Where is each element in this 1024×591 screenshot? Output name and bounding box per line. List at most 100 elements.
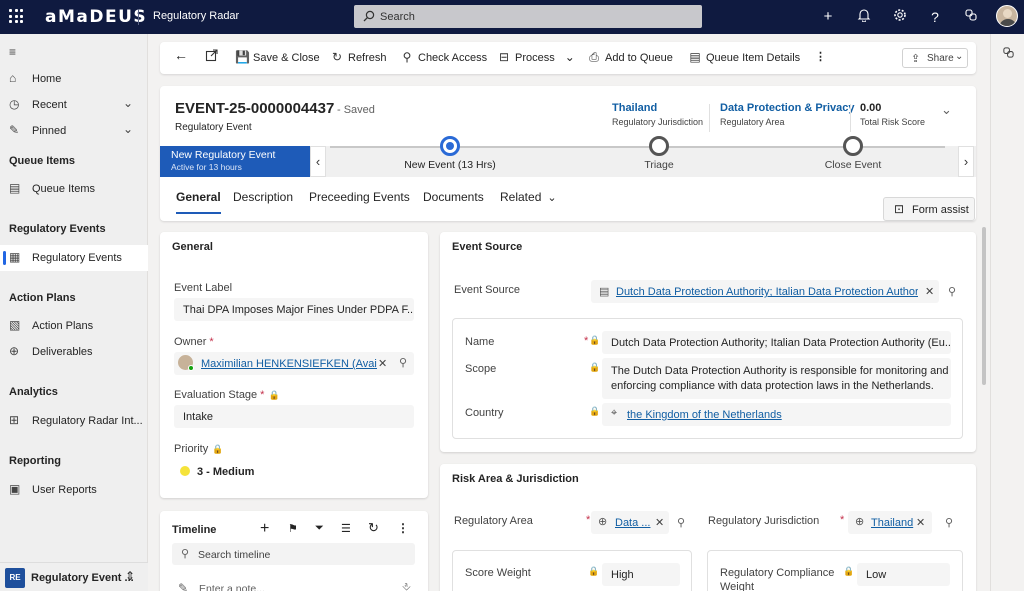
- chevron-down-icon[interactable]: ⌄: [941, 102, 952, 118]
- header-jurisdiction-label: Regulatory Jurisdiction: [612, 117, 704, 127]
- report-icon: ▣: [9, 482, 21, 496]
- regulatory-jurisdiction-lookup[interactable]: ⊕ Thailand ✕: [848, 511, 932, 534]
- close-icon[interactable]: ✕: [655, 516, 664, 529]
- regulatory-jurisdiction-value[interactable]: Thailand: [871, 517, 913, 529]
- search-icon: ⚲: [181, 548, 190, 560]
- owner-lookup[interactable]: Maximilian HENKENSIEFKEN (Available) ✕ ⚲: [174, 352, 414, 375]
- tab-preceeding-events[interactable]: Preceeding Events: [309, 190, 410, 204]
- gear-icon[interactable]: [891, 8, 909, 26]
- compliance-weight-value: Low: [866, 569, 887, 581]
- plus-icon[interactable]: +: [819, 8, 837, 26]
- more-commands-icon[interactable]: ⋮: [815, 50, 826, 63]
- regulatory-area-value[interactable]: Data ...: [615, 517, 650, 529]
- sidebar-item-user-reports[interactable]: ▣ User Reports: [0, 477, 148, 503]
- sidebar-item-action-plans[interactable]: ▧ Action Plans: [0, 313, 148, 339]
- copilot-icon[interactable]: [1002, 46, 1015, 59]
- tab-related[interactable]: Related ⌄: [500, 190, 557, 204]
- bell-icon[interactable]: [855, 8, 873, 26]
- refresh-icon[interactable]: ↻: [368, 520, 379, 536]
- bpf-stage-triage[interactable]: Triage: [609, 136, 709, 171]
- add-to-queue-label: Add to Queue: [605, 52, 673, 64]
- process-icon: ⊟: [498, 50, 510, 64]
- close-icon[interactable]: ✕: [378, 357, 387, 370]
- header-area[interactable]: Data Protection & Privacy Regulatory Are…: [720, 102, 855, 127]
- header-score-label: Total Risk Score: [860, 117, 926, 127]
- name-value: Dutch Data Protection Authority; Italian…: [611, 337, 951, 349]
- event-label-field[interactable]: Thai DPA Imposes Major Fines Under PDPA …: [174, 298, 414, 321]
- header-area-value[interactable]: Data Protection & Privacy: [720, 102, 855, 114]
- sidebar-item-queue-items[interactable]: ▤ Queue Items: [0, 176, 148, 202]
- app-name[interactable]: Regulatory Radar: [153, 10, 239, 22]
- sidebar-item-label: Action Plans: [32, 320, 94, 332]
- back-button[interactable]: ←: [174, 47, 188, 63]
- add-to-queue-button[interactable]: ⎙ Add to Queue: [587, 50, 673, 65]
- process-button[interactable]: ⊟ Process ⌄: [497, 50, 575, 64]
- search-icon[interactable]: ⚲: [948, 285, 956, 298]
- name-field: Dutch Data Protection Authority; Italian…: [602, 331, 951, 354]
- scrollbar[interactable]: [982, 227, 986, 385]
- attachment-icon[interactable]: ⎀: [402, 581, 411, 591]
- sidebar-item-regulatory-events[interactable]: ▦ Regulatory Events: [0, 245, 148, 271]
- queue-item-details-button[interactable]: ▤ Queue Item Details: [688, 50, 800, 64]
- tab-description[interactable]: Description: [233, 190, 293, 204]
- refresh-button[interactable]: ↻ Refresh: [330, 50, 387, 64]
- event-icon: ▦: [9, 250, 21, 264]
- header-jurisdiction-value[interactable]: Thailand: [612, 102, 703, 114]
- tab-documents[interactable]: Documents: [423, 190, 484, 204]
- sidebar-item-recent[interactable]: ◷ Recent ⌄: [0, 92, 148, 118]
- save-close-button[interactable]: 💾 Save & Close: [235, 50, 320, 64]
- list-icon[interactable]: ☰: [341, 522, 351, 535]
- hamburger-menu[interactable]: ≡: [0, 40, 148, 66]
- chevron-down-icon[interactable]: ⌄: [123, 122, 133, 136]
- evaluation-stage-field[interactable]: Intake: [174, 405, 414, 428]
- owner-value[interactable]: Maximilian HENKENSIEFKEN (Available): [201, 358, 377, 370]
- share-button[interactable]: ⇪ Share ⌄: [902, 48, 968, 68]
- chevron-down-icon[interactable]: ⌄: [123, 96, 133, 110]
- bookmark-icon[interactable]: ⚑: [288, 522, 298, 535]
- bpf-prev-button[interactable]: ‹: [310, 146, 326, 177]
- event-source-value[interactable]: Dutch Data Protection Authority; Italian…: [616, 286, 918, 298]
- bpf-next-button[interactable]: ›: [958, 146, 974, 177]
- app-launcher-icon[interactable]: [9, 9, 23, 23]
- sidebar-item-label: Regulatory Events: [32, 252, 122, 264]
- field-label: Country: [465, 407, 504, 419]
- tab-general[interactable]: General: [176, 190, 221, 214]
- search-icon[interactable]: ⚲: [399, 356, 407, 369]
- form-assist-button[interactable]: ⊡ Form assist: [883, 197, 975, 221]
- sidebar-item-pinned[interactable]: ✎ Pinned ⌄: [0, 118, 148, 144]
- save-icon: 💾: [235, 50, 250, 64]
- search-icon[interactable]: ⚲: [677, 516, 685, 529]
- timeline-section: Timeline + ⚑ ⏷ ☰ ↻ ⋮ ⚲ Search timeline ✎…: [160, 511, 428, 591]
- check-access-button[interactable]: ⚲ Check Access: [400, 50, 488, 64]
- event-source-lookup[interactable]: ▤ Dutch Data Protection Authority; Itali…: [591, 280, 939, 303]
- area-switcher[interactable]: RE Regulatory Event ... ⇕: [0, 562, 148, 591]
- sidebar-item-deliverables[interactable]: ⊕ Deliverables: [0, 339, 148, 365]
- help-icon[interactable]: ?: [926, 8, 944, 26]
- bpf-stage-close-event[interactable]: Close Event: [803, 136, 903, 171]
- sidebar-item-home[interactable]: ⌂ Home: [0, 66, 148, 92]
- close-icon[interactable]: ✕: [916, 516, 925, 529]
- note-input[interactable]: Enter a note...: [199, 583, 265, 591]
- country-field: ⌖ the Kingdom of the Netherlands: [602, 403, 951, 426]
- bpf-stage-new-event[interactable]: New Event (13 Hrs): [400, 136, 500, 171]
- timeline-search-input[interactable]: ⚲ Search timeline: [172, 543, 415, 565]
- user-avatar[interactable]: [996, 5, 1018, 27]
- bpf-active-stage[interactable]: New Regulatory Event Active for 13 hours: [160, 146, 310, 177]
- country-value[interactable]: the Kingdom of the Netherlands: [627, 409, 782, 421]
- more-icon[interactable]: ⋮: [397, 521, 409, 535]
- sidebar-item-label: Regulatory Radar Int...: [32, 415, 143, 427]
- open-new-window-button[interactable]: [205, 49, 218, 65]
- filter-icon[interactable]: ⏷: [315, 522, 324, 535]
- close-icon[interactable]: ✕: [925, 285, 934, 298]
- plus-icon[interactable]: +: [260, 520, 269, 538]
- area-badge: RE: [5, 568, 25, 588]
- check-access-label: Check Access: [418, 52, 488, 64]
- global-search-input[interactable]: Search: [354, 5, 702, 28]
- lock-icon: 🔒: [268, 390, 280, 400]
- copilot-icon[interactable]: [962, 8, 980, 26]
- scope-line-1: The Dutch Data Protection Authority is r…: [611, 365, 949, 377]
- header-jurisdiction[interactable]: Thailand Regulatory Jurisdiction: [612, 102, 703, 127]
- sidebar-item-analytics[interactable]: ⊞ Regulatory Radar Int...: [0, 408, 148, 434]
- search-icon[interactable]: ⚲: [945, 516, 953, 529]
- regulatory-area-lookup[interactable]: ⊕ Data ... ✕: [591, 511, 669, 534]
